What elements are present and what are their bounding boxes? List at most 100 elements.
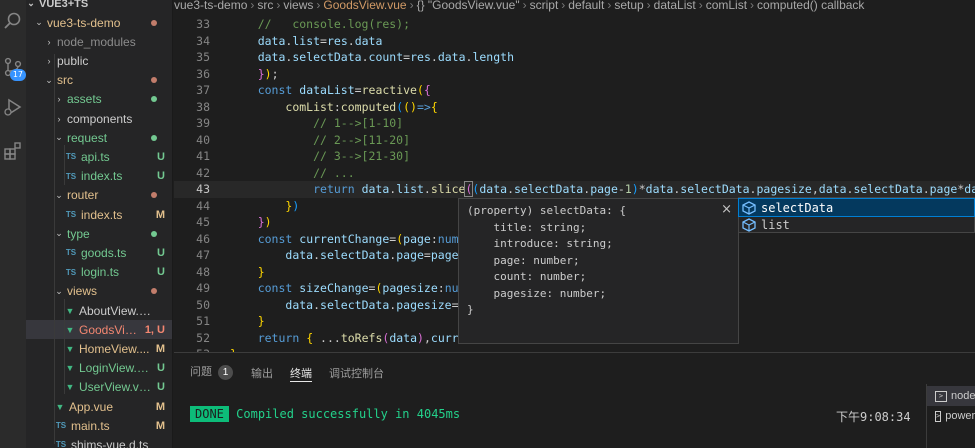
tree-item[interactable]: ⌄ router <box>26 186 172 205</box>
chevron-down-icon: ⌄ <box>55 189 63 200</box>
git-status <box>151 17 172 29</box>
tab-output[interactable]: 输出 <box>251 365 273 385</box>
tree-item[interactable]: ▼ GoodsVie... 1, U <box>26 320 172 340</box>
close-icon[interactable]: × <box>721 202 732 217</box>
chevron-down-icon: ⌄ <box>55 228 63 239</box>
tree-item[interactable]: ▼ LoginView.vue U <box>26 359 172 378</box>
done-badge: DONE <box>190 406 229 422</box>
terminal-item-node[interactable]: > node <box>927 386 975 406</box>
tab-terminal[interactable]: 终端 <box>290 365 312 382</box>
extensions-icon[interactable] <box>2 140 24 162</box>
tree-item[interactable]: ⌄ src <box>26 71 172 90</box>
git-status: U <box>157 246 165 259</box>
suggestion-item[interactable]: list <box>739 216 974 233</box>
suggestion-list: selectData list <box>738 197 975 233</box>
tab-label: 问题 <box>190 366 212 378</box>
breadcrumb-item[interactable]: comList <box>706 0 747 12</box>
code-line: 41 // 3-->[21-30] <box>174 148 975 165</box>
tree-item[interactable]: ⌄ type <box>26 224 172 243</box>
breadcrumb-item[interactable]: {} "GoodsView.vue" <box>417 0 520 12</box>
chevron-down-icon: ⌄ <box>27 0 35 8</box>
tab-problems[interactable]: 问题 1 <box>190 363 233 383</box>
tree-item[interactable]: ⌄ request <box>26 128 172 147</box>
hover-line: title: string; <box>467 220 587 234</box>
tree-item-label: AboutView.vue <box>79 303 151 318</box>
tree-item-label: components <box>67 111 133 126</box>
indent-guide <box>54 54 55 444</box>
indent-guide <box>64 299 65 394</box>
breadcrumb-item[interactable]: src <box>257 0 273 12</box>
tree-item-label: router <box>67 188 99 203</box>
problems-count-badge: 1 <box>218 365 233 380</box>
compile-message: Compiled successfully in 4045ms <box>236 407 461 421</box>
tree-item[interactable]: TS shims-vue.d.ts <box>26 435 172 448</box>
breadcrumb-item[interactable]: GoodsView.vue <box>323 0 406 12</box>
tree-item[interactable]: ▼ AboutView.vue <box>26 301 172 320</box>
suggestion-item[interactable]: selectData <box>738 198 975 217</box>
tree-item[interactable]: › public <box>26 51 172 70</box>
tree-item[interactable]: ⌄ vue3-ts-demo <box>26 13 172 32</box>
breadcrumb-item[interactable]: default <box>568 0 604 12</box>
line-number: 48 <box>196 264 210 279</box>
tree-item[interactable]: TS index.ts U <box>26 167 172 186</box>
tree-item-label: index.ts <box>81 207 123 222</box>
breadcrumb-item[interactable]: setup <box>614 0 643 12</box>
tab-label: 调试控制台 <box>329 368 384 380</box>
breadcrumb-item[interactable]: computed() callback <box>757 0 864 12</box>
chevron-right-icon: › <box>57 113 61 124</box>
tab-debug-console[interactable]: 调试控制台 <box>329 365 384 385</box>
tree-item[interactable]: TS main.ts M <box>26 416 172 435</box>
terminal-item-powershell[interactable]: >powershell <box>927 406 975 426</box>
code-line: 33 // console.log(res); <box>174 16 975 33</box>
code-editor[interactable]: 33 // console.log(res); 34 data.list=res… <box>174 12 975 352</box>
line-number: 42 <box>196 165 210 180</box>
run-debug-icon[interactable] <box>2 96 24 118</box>
file-type-icon: ▼ <box>65 363 75 374</box>
breadcrumb-item[interactable]: vue3-ts-demo <box>174 0 247 12</box>
suggestion-label: selectData <box>761 200 834 215</box>
breadcrumb-item[interactable]: script <box>530 0 559 12</box>
tree-item-label: login.ts <box>81 265 120 280</box>
tree-item-label: main.ts <box>71 418 110 433</box>
tree-item-label: type <box>67 226 90 241</box>
source-control-icon[interactable]: 17 <box>2 56 26 81</box>
tree-item[interactable]: TS goods.ts U <box>26 243 172 262</box>
code-line-current: 43 return data.list.slice((data.selectDa… <box>174 181 975 198</box>
chevron-down-icon: ⌄ <box>45 74 53 85</box>
breadcrumb-item[interactable]: dataList <box>654 0 696 12</box>
tree-item[interactable]: › assets <box>26 90 172 109</box>
tree-item[interactable]: ▼ App.vue M <box>26 397 172 416</box>
breadcrumb-item[interactable]: views <box>283 0 313 12</box>
git-status: U <box>157 150 165 163</box>
line-number: 37 <box>196 83 210 97</box>
code-line: 37 const dataList=reactive({ <box>174 82 975 99</box>
code-line: 42 // ... <box>174 165 975 182</box>
tab-label: 输出 <box>251 368 273 380</box>
line-number: 51 <box>196 314 210 328</box>
search-icon[interactable] <box>2 10 24 32</box>
activity-bar: 17 <box>0 0 26 448</box>
explorer-section-header[interactable]: ⌄ VUE3+TS <box>26 0 172 13</box>
tree-item[interactable]: ▼ HomeView.... M <box>26 339 172 358</box>
git-status <box>151 189 172 201</box>
git-status: U <box>157 362 165 375</box>
terminal-timestamp: 下午9:08:34 <box>836 410 911 424</box>
code-line: 35 data.selectData.count=res.data.length <box>174 49 975 66</box>
tree-item[interactable]: TS login.ts U <box>26 263 172 282</box>
tree-item[interactable]: TS index.ts M <box>26 205 172 224</box>
file-type-icon: ▼ <box>55 401 65 412</box>
status-dot <box>151 192 157 199</box>
tree-item[interactable]: TS api.ts U <box>26 147 172 166</box>
chevron-right-icon: › <box>250 0 255 12</box>
code-line: 36 }); <box>174 66 975 83</box>
tree-item[interactable]: ▼ UserView.vue U <box>26 378 172 397</box>
tree-item[interactable]: ⌄ views <box>26 282 172 301</box>
chevron-down-icon: ⌄ <box>35 17 43 27</box>
chevron-right-icon: › <box>698 0 703 12</box>
tree-item[interactable]: › components <box>26 109 172 128</box>
explorer-sidebar: ⌄ VUE3+TS ⌄ vue3-ts-demo › node_modules › pub… <box>26 0 173 448</box>
tree-item[interactable]: › node_modules <box>26 32 172 51</box>
hover-tooltip: × (property) selectData: { title: string… <box>458 198 739 344</box>
status-dot <box>151 77 157 84</box>
line-number: 39 <box>196 116 210 130</box>
